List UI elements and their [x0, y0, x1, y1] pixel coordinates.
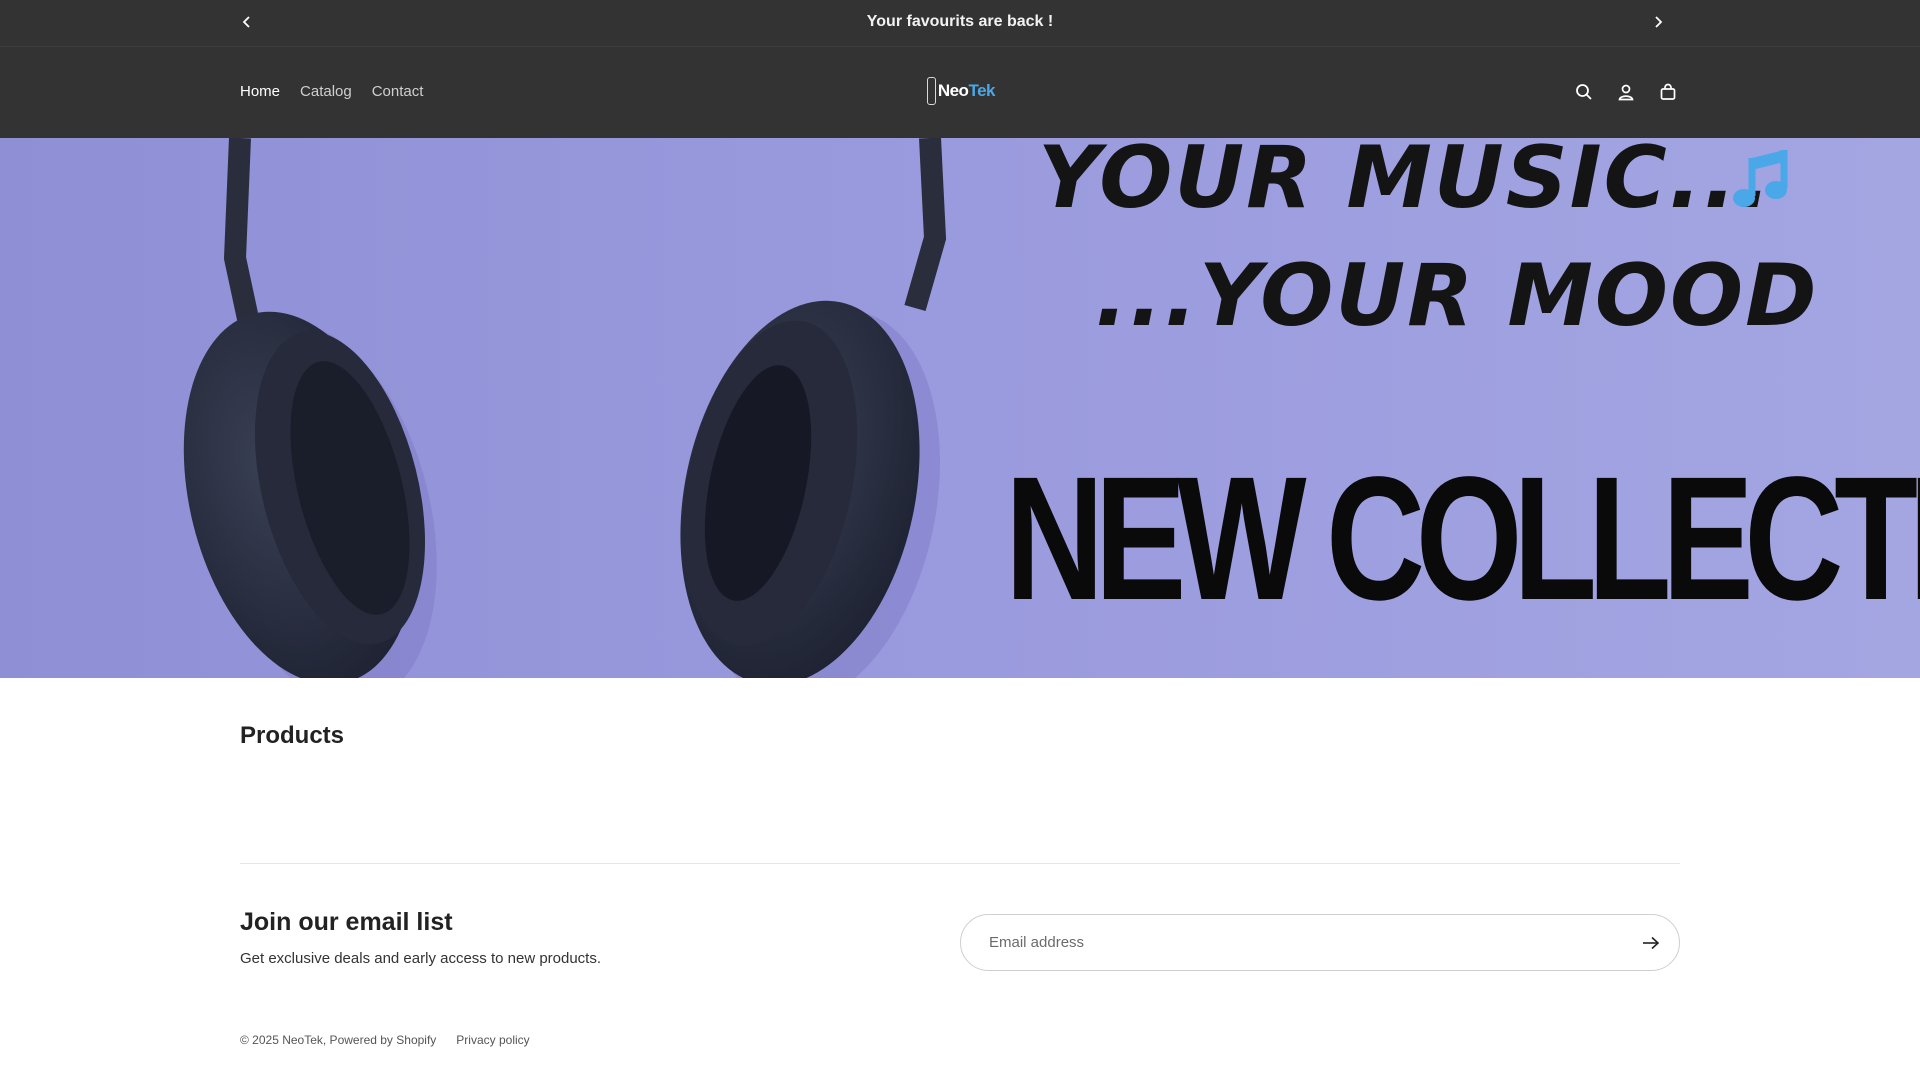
nav-home-link[interactable]: Home	[240, 83, 280, 100]
newsletter-submit-button[interactable]	[1639, 931, 1663, 955]
announcement-bar: Your favourits are back !	[0, 0, 1920, 46]
email-input[interactable]	[989, 915, 1589, 970]
cart-icon	[1660, 83, 1676, 100]
copyright-text: © 2025 NeoTek, Powered by Shopify	[240, 1033, 437, 1047]
music-notes-icon	[1733, 150, 1788, 207]
arrow-right-icon	[1643, 936, 1660, 950]
site-footer: © 2025 NeoTek, Powered by Shopify Privac…	[240, 1033, 530, 1047]
hero-line-1: YOUR MUSIC...	[1038, 138, 1773, 228]
site-header: Home Catalog Contact NeoTek	[0, 46, 1920, 138]
headphones-image	[183, 138, 947, 678]
newsletter-heading: Join our email list	[240, 908, 453, 936]
announcement-message: Your favourits are back !	[866, 13, 1054, 30]
account-icon	[1618, 84, 1634, 101]
hero-line-3: NEW COLLECTION	[1005, 441, 1920, 637]
nav-catalog-link[interactable]: Catalog	[300, 83, 352, 100]
chevron-right-icon	[1655, 16, 1663, 28]
section-divider	[240, 863, 1680, 864]
header-icons	[1572, 80, 1680, 104]
newsletter-form	[960, 914, 1680, 971]
cart-button[interactable]	[1656, 80, 1680, 104]
search-icon	[1576, 84, 1592, 100]
products-heading: Products	[240, 722, 345, 749]
search-button[interactable]	[1572, 80, 1596, 104]
privacy-policy-link[interactable]: Privacy policy	[456, 1033, 529, 1047]
phone-logo-icon	[927, 77, 936, 105]
newsletter-subtitle: Get exclusive deals and early access to …	[240, 950, 602, 967]
announcement-next-button[interactable]	[1647, 11, 1669, 33]
nav-contact-link[interactable]: Contact	[372, 83, 424, 100]
account-button[interactable]	[1614, 80, 1638, 104]
hero-banner: YOUR MUSIC... ...YOUR MOOD NEW COLLECTIO…	[0, 138, 1920, 678]
site-logo[interactable]: NeoTek	[927, 75, 995, 107]
main-nav: Home Catalog Contact	[240, 83, 423, 100]
logo-text: NeoTek	[937, 81, 996, 100]
hero-line-2: ...YOUR MOOD	[1095, 246, 1819, 346]
